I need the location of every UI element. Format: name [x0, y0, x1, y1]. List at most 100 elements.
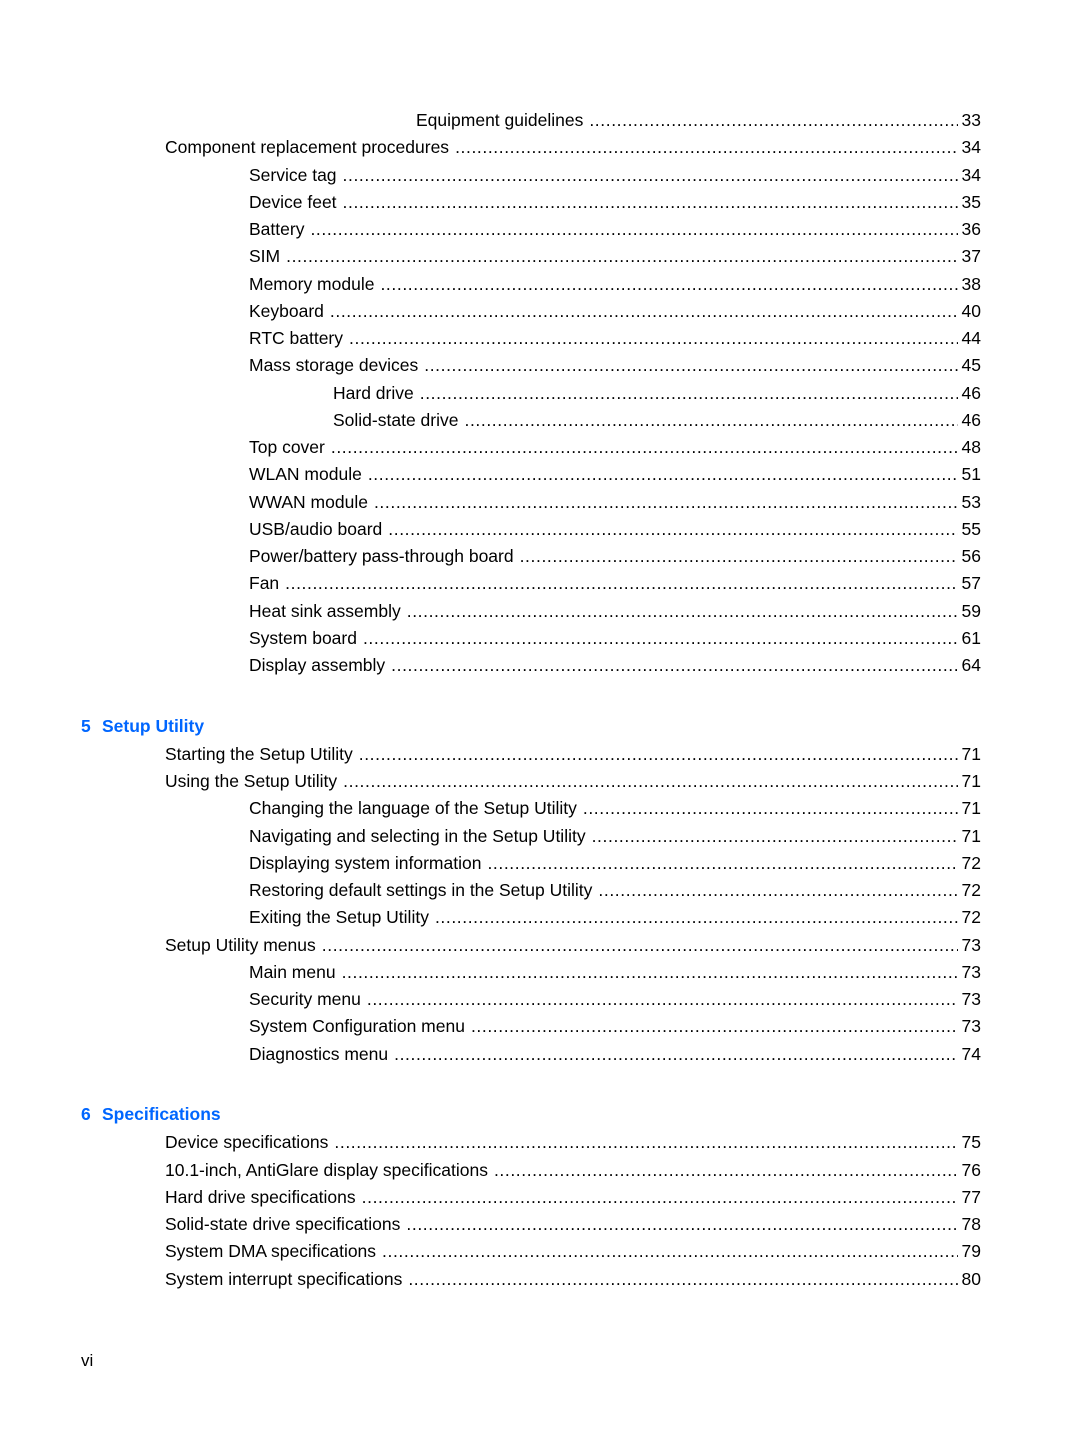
- toc-row: Fan 57: [0, 570, 1080, 597]
- toc-entry-link[interactable]: Mass storage devices 45: [249, 352, 981, 379]
- toc-entry-link[interactable]: Changing the language of the Setup Utili…: [249, 795, 981, 822]
- toc-entry-title: Solid-state drive: [333, 409, 459, 430]
- toc-entry-title: System interrupt specifications: [165, 1268, 403, 1289]
- toc-entry-link[interactable]: Restoring default settings in the Setup …: [249, 877, 981, 904]
- toc-entry-link[interactable]: Hard drive 46: [333, 380, 981, 407]
- toc-entry-page: 57: [961, 573, 981, 594]
- toc-entry-title: 10.1-inch, AntiGlare display specificati…: [165, 1159, 488, 1180]
- toc-entry-page: 55: [961, 518, 981, 539]
- toc-entry-link[interactable]: Hard drive specifications 77: [165, 1184, 981, 1211]
- toc-entry-title: Device feet: [249, 191, 337, 212]
- toc-entry-title: Main menu: [249, 961, 336, 982]
- dot-leader: [334, 1129, 957, 1156]
- toc-entry-link[interactable]: 10.1-inch, AntiGlare display specificati…: [165, 1157, 981, 1184]
- toc-entry-link[interactable]: RTC battery 44: [249, 325, 981, 352]
- toc-entry-link[interactable]: Solid-state drive 46: [333, 407, 981, 434]
- toc-entry-link[interactable]: Security menu 73: [249, 986, 981, 1013]
- toc-row: Power/battery pass-through board 56: [0, 543, 1080, 570]
- toc-entry-page: 46: [961, 409, 981, 430]
- toc-entry-link[interactable]: WLAN module 51: [249, 461, 981, 488]
- toc-entry-link[interactable]: Device feet 35: [249, 189, 981, 216]
- toc-entry-title: Security menu: [249, 989, 361, 1009]
- dot-leader: [380, 271, 957, 298]
- toc-entry-page: 35: [961, 191, 981, 212]
- chapter-number: 6: [81, 1104, 91, 1125]
- toc-entry-link[interactable]: Using the Setup Utility 71: [165, 768, 981, 795]
- toc-entry-link[interactable]: Equipment guidelines 33: [416, 107, 981, 134]
- toc-entry-title: Changing the language of the Setup Utili…: [249, 798, 577, 819]
- toc-entry-link[interactable]: USB/audio board 55: [249, 516, 981, 543]
- toc-entry-title: USB/audio board: [249, 518, 383, 539]
- toc-entry-page: 72: [961, 852, 981, 873]
- chapter-heading[interactable]: 5 Setup Utility: [0, 712, 1080, 741]
- toc-entry-link[interactable]: Starting the Setup Utility 71: [165, 741, 981, 768]
- toc-entry-link[interactable]: Keyboard 40: [249, 298, 981, 325]
- toc-entry-page: 80: [961, 1268, 981, 1289]
- toc-row: Equipment guidelines 33: [0, 107, 1080, 134]
- dot-leader: [471, 1013, 958, 1040]
- toc-entry-title: System Configuration menu: [249, 1016, 465, 1037]
- toc-row: Displaying system information 72: [0, 850, 1080, 877]
- dot-leader: [464, 407, 957, 434]
- dot-leader: [363, 625, 958, 652]
- toc-entry-link[interactable]: Heat sink assembly 59: [249, 598, 981, 625]
- dot-leader: [285, 570, 957, 597]
- toc-entry-link[interactable]: Main menu 73: [249, 959, 981, 986]
- toc-entry-page: 74: [961, 1043, 981, 1064]
- toc-entry-title: Exiting the Setup Utility: [249, 907, 429, 928]
- dot-leader: [455, 134, 957, 161]
- toc-entry-page: 72: [961, 880, 981, 900]
- toc-entry-link[interactable]: System Configuration menu 73: [249, 1013, 981, 1040]
- toc-entry-link[interactable]: Displaying system information 72: [249, 850, 981, 877]
- toc-entry-page: 71: [961, 771, 981, 791]
- dot-leader: [286, 243, 957, 270]
- chapter-heading[interactable]: 6 Specifications: [0, 1100, 1080, 1129]
- toc-entry-link[interactable]: Setup Utility menus 73: [165, 932, 981, 959]
- toc-row: Exiting the Setup Utility 72: [0, 904, 1080, 931]
- toc-entry-link[interactable]: Solid-state drive specifications 78: [165, 1211, 981, 1238]
- toc-entry-title: WLAN module: [249, 464, 362, 485]
- toc-entry-title: Diagnostics menu: [249, 1043, 389, 1064]
- toc-entry-title: Mass storage devices: [249, 355, 419, 376]
- toc-row: Device specifications 75: [0, 1129, 1080, 1156]
- toc-entry-link[interactable]: System DMA specifications 79: [165, 1238, 981, 1265]
- dot-leader: [589, 107, 957, 134]
- dot-leader: [343, 768, 957, 795]
- toc-entry-page: 59: [961, 600, 981, 621]
- page-number: vi: [81, 1351, 94, 1370]
- toc-entry-link[interactable]: Device specifications 75: [165, 1129, 981, 1156]
- toc-row: Changing the language of the Setup Utili…: [0, 795, 1080, 822]
- toc-entry-link[interactable]: Memory module 38: [249, 271, 981, 298]
- dot-leader: [310, 216, 957, 243]
- toc-entry-link[interactable]: Exiting the Setup Utility 72: [249, 904, 981, 931]
- toc-entry-link[interactable]: Display assembly 64: [249, 652, 981, 679]
- toc-entry-title: Power/battery pass-through board: [249, 546, 514, 566]
- toc-entry-link[interactable]: Power/battery pass-through board 56: [249, 543, 981, 570]
- toc-entry-page: 73: [961, 1016, 981, 1037]
- toc-entry-page: 56: [961, 546, 981, 566]
- toc-entry-title: Device specifications: [165, 1132, 329, 1153]
- toc-entry-link[interactable]: Navigating and selecting in the Setup Ut…: [249, 823, 981, 850]
- toc-entry-link[interactable]: System interrupt specifications 80: [165, 1266, 981, 1293]
- toc-entry-link[interactable]: Top cover 48: [249, 434, 981, 461]
- toc-row: Service tag 34: [0, 162, 1080, 189]
- toc-entry-link[interactable]: Fan 57: [249, 570, 981, 597]
- toc-entry-link[interactable]: System board 61: [249, 625, 981, 652]
- toc-entry-page: 37: [961, 246, 981, 267]
- toc-entry-link[interactable]: SIM 37: [249, 243, 981, 270]
- toc-entry-page: 44: [961, 328, 981, 348]
- toc-row: Top cover 48: [0, 434, 1080, 461]
- toc-entry-link[interactable]: Diagnostics menu 74: [249, 1041, 981, 1068]
- dot-leader: [322, 932, 958, 959]
- toc-entry-link[interactable]: Service tag 34: [249, 162, 981, 189]
- toc-entry-page: 72: [961, 907, 981, 928]
- toc-entry-page: 76: [961, 1159, 981, 1180]
- toc-entry-title: Fan: [249, 573, 280, 594]
- toc-row: Solid-state drive 46: [0, 407, 1080, 434]
- toc-entry-link[interactable]: WWAN module 53: [249, 489, 981, 516]
- toc-entry-link[interactable]: Battery 36: [249, 216, 981, 243]
- toc-entry-title: Starting the Setup Utility: [165, 743, 353, 764]
- toc-entry-link[interactable]: Component replacement procedures 34: [165, 134, 981, 161]
- toc-entry-page: 73: [961, 934, 981, 955]
- toc-entry-page: 34: [961, 137, 981, 158]
